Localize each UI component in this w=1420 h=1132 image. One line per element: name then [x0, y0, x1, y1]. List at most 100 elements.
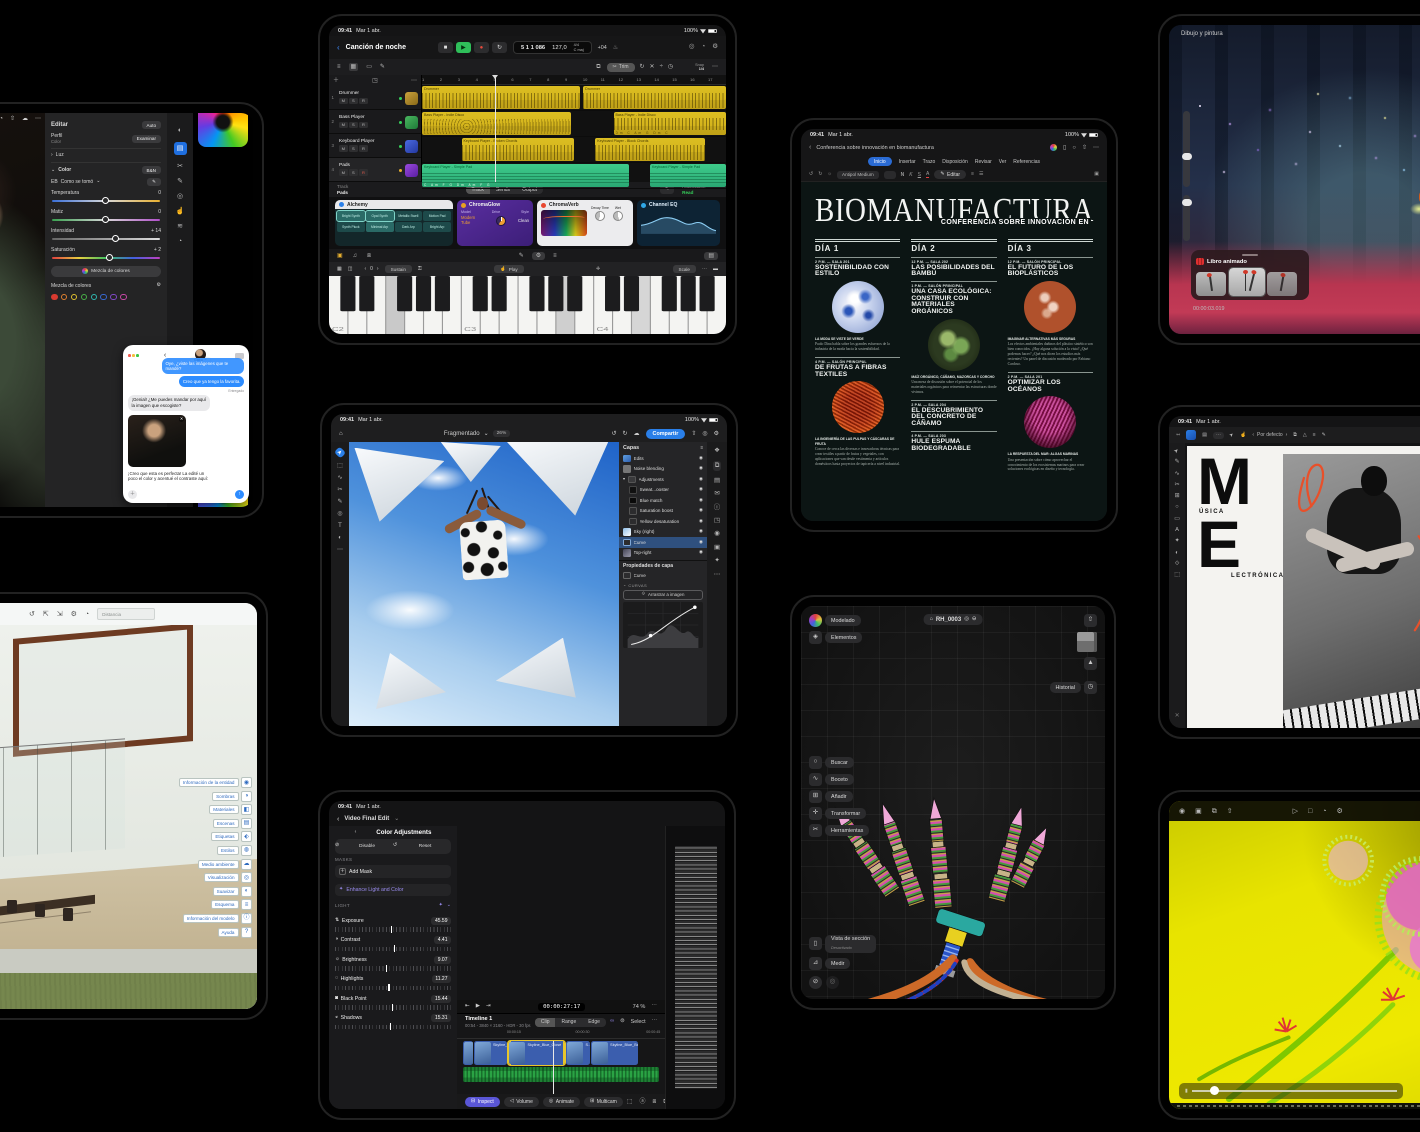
zoom-level[interactable]: 26% [492, 430, 511, 437]
brightness-slider[interactable] [335, 964, 451, 971]
add-icon[interactable] [809, 790, 822, 803]
color-dot-row[interactable] [51, 293, 161, 301]
outliner-button[interactable]: Esquema [211, 899, 252, 911]
model-viewport[interactable]: Información de la entidad Sombras Materi… [0, 625, 257, 1009]
plugin-chromaverb[interactable]: ChromaVerb Decay Time Wet [537, 200, 633, 246]
edit-selected-icon[interactable] [173, 142, 187, 155]
tab-clip[interactable]: Clip [534, 1017, 556, 1027]
more-icon[interactable] [411, 78, 417, 84]
document-name[interactable]: Fragmentado [444, 431, 480, 437]
record-enable-button[interactable]: R [359, 121, 368, 128]
align-icon[interactable] [971, 172, 974, 177]
collapse-icon[interactable] [1176, 433, 1180, 438]
tracks-view-icon[interactable] [337, 64, 341, 70]
gear-icon[interactable] [157, 283, 161, 288]
stop-button[interactable] [437, 42, 453, 53]
blackpoint-icon[interactable] [335, 996, 338, 1001]
add-mask-button[interactable]: Add Mask [335, 865, 451, 878]
more-icon[interactable] [712, 64, 718, 70]
settings-icon[interactable] [1336, 808, 1342, 815]
scene-icon[interactable] [1195, 808, 1202, 815]
next-frame-icon[interactable] [486, 1004, 491, 1010]
browse-button[interactable]: Examinar [131, 134, 161, 143]
brightness-icon[interactable] [335, 957, 340, 962]
tools-icon[interactable] [809, 824, 822, 837]
doc-title[interactable]: Conferencia sobre innovación en biomanuf… [816, 145, 933, 151]
tools-button[interactable]: Herramientas [825, 825, 870, 836]
versions-icon[interactable] [178, 238, 182, 245]
tags-icon[interactable] [241, 831, 252, 843]
plugin-power-icon[interactable] [541, 202, 546, 208]
play-icon[interactable] [1293, 808, 1298, 815]
pencil-tool-icon[interactable] [1175, 472, 1180, 478]
eyedropper-button[interactable] [147, 178, 161, 186]
track-header-drummer[interactable]: 1 Drummer MSR [329, 86, 421, 111]
preset-cell[interactable]: Synth Pluck [337, 222, 365, 232]
distance-field[interactable]: Distancia [97, 608, 156, 620]
keys-layout-icon[interactable] [337, 267, 342, 272]
audition-icon[interactable] [639, 1099, 645, 1105]
color-mix-button[interactable]: Mezcla de colores [51, 265, 161, 277]
solo-button[interactable]: S [349, 145, 358, 152]
font-size-field[interactable] [883, 170, 896, 179]
lasso-tool-icon[interactable] [337, 475, 342, 481]
color-wheel-icon[interactable] [1050, 144, 1058, 151]
gradient-tool-icon[interactable] [1175, 562, 1180, 568]
play-surface-button[interactable]: Play [494, 265, 524, 273]
flipbook-panel[interactable]: Libro animado [1191, 250, 1309, 300]
touch-icon[interactable] [176, 208, 185, 215]
track-header-keys[interactable]: 3 Keyboard Player MSR [329, 134, 421, 158]
transform-icon[interactable] [809, 807, 822, 820]
layers-icon[interactable] [1212, 808, 1217, 815]
bar-ruler[interactable]: 1234567891011121314151617 [422, 75, 726, 85]
region[interactable]: Keyboard Player - Broken Chords [461, 138, 574, 161]
style-icon[interactable] [1322, 433, 1326, 438]
lcd-display[interactable]: 5 1 1 086 127,0 4/4 C maj [512, 40, 592, 55]
highlights-icon[interactable] [335, 976, 338, 981]
axis-icon[interactable] [1084, 657, 1097, 670]
modeling-button[interactable]: Modelado [825, 615, 861, 626]
snapping-icon[interactable] [620, 1019, 625, 1024]
visibility-icon[interactable] [699, 540, 703, 545]
curves-section[interactable]: CURVAS [628, 583, 647, 588]
environment-icon[interactable] [241, 858, 252, 870]
share-icon[interactable] [1082, 145, 1087, 151]
more-icon[interactable] [1093, 145, 1099, 151]
transform-icon[interactable] [1303, 433, 1307, 438]
style-value[interactable]: Clean [518, 218, 529, 223]
camera-pad-icon[interactable] [337, 253, 343, 259]
undo-icon[interactable] [29, 611, 35, 618]
shadows-icon[interactable] [335, 1015, 338, 1020]
lock-icon[interactable] [418, 267, 422, 272]
piano-keyboard[interactable]: C2 C3 C4 [329, 276, 726, 334]
select-tool-icon[interactable] [337, 463, 343, 469]
styles-icon[interactable] [241, 844, 252, 856]
ai-icon[interactable] [714, 558, 719, 564]
timeline-clip[interactable]: Skyline_Blue_Backgro [591, 1041, 639, 1065]
message-photo-attachment[interactable] [128, 414, 186, 467]
node-tool-icon[interactable] [1240, 433, 1246, 438]
tab-ver[interactable]: Ver [999, 159, 1007, 165]
record-button[interactable] [473, 42, 489, 53]
preset-cell[interactable]: Bright Synth [336, 210, 366, 222]
preset-cell[interactable]: Bright Arp [423, 222, 451, 232]
tab-trazo[interactable]: Trazo [923, 159, 936, 165]
highlights-value[interactable]: 11.27 [431, 975, 451, 983]
notes-icon[interactable] [353, 253, 358, 259]
drag-handle[interactable] [1242, 254, 1258, 256]
info-icon[interactable] [714, 505, 720, 511]
snap-value[interactable]: 1/4 [699, 67, 704, 71]
quantize-icon[interactable] [668, 64, 673, 70]
adjust-icon[interactable] [178, 127, 182, 134]
tint-slider[interactable] [52, 216, 160, 223]
loop-icon[interactable] [640, 64, 645, 70]
layer-row[interactable]: Sky (right) [619, 527, 707, 538]
gear-icon[interactable] [71, 611, 77, 618]
font-color-icon[interactable] [925, 172, 930, 178]
effects-icon[interactable] [177, 223, 183, 230]
frame-tool-icon[interactable] [1175, 494, 1180, 500]
crop-tool-icon[interactable] [1175, 483, 1180, 489]
add-attachment-icon[interactable] [128, 490, 137, 499]
tab-referencias[interactable]: Referencias [1013, 159, 1040, 165]
edit-mode-button[interactable]: Editar [934, 170, 967, 179]
